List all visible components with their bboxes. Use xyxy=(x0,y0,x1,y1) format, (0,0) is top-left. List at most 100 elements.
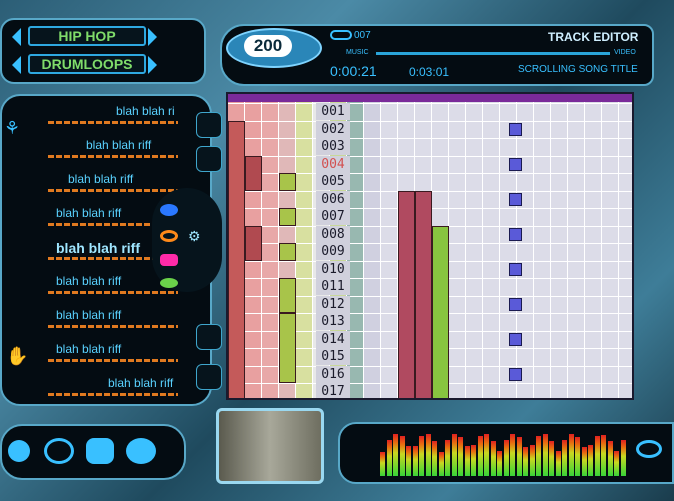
eq-bar xyxy=(581,447,587,476)
note-block[interactable] xyxy=(228,120,245,398)
genre-next-arrow-icon[interactable] xyxy=(148,28,157,46)
eq-bar xyxy=(399,436,405,476)
eq-bar xyxy=(516,437,522,476)
eq-bar xyxy=(386,440,392,476)
note-block[interactable] xyxy=(432,225,449,398)
grid-column xyxy=(568,102,585,398)
tempo-value: 200 xyxy=(244,35,292,57)
row-number: 005 xyxy=(316,173,350,190)
genre-secondary-button[interactable]: DRUMLOOPS xyxy=(28,54,146,74)
eq-bar xyxy=(510,434,515,476)
ring-icon[interactable] xyxy=(160,230,178,242)
wave-icon[interactable] xyxy=(636,440,662,458)
riff-item[interactable]: blah blah riff xyxy=(108,376,173,390)
riff-item[interactable]: blah blah riff xyxy=(56,274,121,288)
eq-bar xyxy=(458,437,463,476)
riff-marker xyxy=(48,155,178,158)
face-icon[interactable] xyxy=(126,438,156,464)
eq-bar xyxy=(412,446,418,476)
note-block[interactable] xyxy=(415,190,432,398)
riff-item[interactable]: blah blah riff xyxy=(56,308,121,322)
tornado-icon[interactable] xyxy=(196,112,222,138)
genre-primary-button[interactable]: HIP HOP xyxy=(28,26,146,46)
play-icon[interactable] xyxy=(8,440,30,462)
eq-bar xyxy=(406,446,411,476)
eq-bar xyxy=(445,440,450,476)
note-block[interactable] xyxy=(245,155,262,191)
row-number: 009 xyxy=(316,243,350,260)
equalizer xyxy=(380,430,630,476)
grid-column xyxy=(364,102,381,398)
eq-bar xyxy=(464,446,470,476)
eq-bar xyxy=(497,451,502,476)
drum-icon[interactable] xyxy=(196,146,222,172)
riff-item[interactable]: blah blah riff xyxy=(68,172,133,186)
pad-icon[interactable] xyxy=(196,324,222,350)
note-block[interactable] xyxy=(279,278,296,313)
grid-column xyxy=(500,102,517,398)
green-hand-icon[interactable] xyxy=(160,278,178,288)
note-block[interactable] xyxy=(279,313,296,383)
note-marker[interactable] xyxy=(508,262,522,276)
disc-icon[interactable] xyxy=(160,204,178,216)
track-number: 007 xyxy=(354,30,371,41)
eq-bar xyxy=(503,440,509,476)
eq-bar xyxy=(432,441,437,476)
eq-bar xyxy=(607,441,613,476)
note-block[interactable] xyxy=(279,173,296,191)
eq-bar xyxy=(484,434,489,476)
mouth-icon[interactable] xyxy=(86,438,114,464)
eq-bar xyxy=(555,451,561,476)
note-marker[interactable] xyxy=(508,227,522,241)
subgenre-prev-arrow-icon[interactable] xyxy=(12,56,21,74)
riff-item[interactable]: blah blah riff xyxy=(86,138,151,152)
media-progress-bar[interactable] xyxy=(376,52,610,55)
riff-item[interactable]: blah blah ri xyxy=(116,104,175,118)
subgenre-next-arrow-icon[interactable] xyxy=(148,56,157,74)
grid-column xyxy=(517,102,534,398)
row-number: 016 xyxy=(316,365,350,383)
eq-bar xyxy=(601,435,606,476)
riff-marker xyxy=(48,189,178,192)
loop-icon[interactable] xyxy=(196,364,222,390)
grid-column xyxy=(296,102,313,398)
row-number: 011 xyxy=(316,278,350,295)
eq-bar xyxy=(549,441,554,476)
riff-marker xyxy=(48,393,178,396)
grid-column xyxy=(381,102,398,398)
note-block[interactable] xyxy=(279,208,296,226)
eq-bar xyxy=(529,445,535,476)
grid-row-line xyxy=(228,120,632,122)
note-marker[interactable] xyxy=(508,122,522,136)
genre-prev-arrow-icon[interactable] xyxy=(12,28,21,46)
ufo-icon[interactable]: ⚘ xyxy=(4,118,30,144)
riff-item[interactable]: blah blah riff xyxy=(56,206,121,220)
row-number: 002 xyxy=(316,120,350,138)
riff-marker xyxy=(48,291,178,294)
video-label: VIDEO xyxy=(614,49,636,56)
riff-marker xyxy=(48,121,178,124)
grid-row-line xyxy=(228,138,632,139)
note-marker[interactable] xyxy=(508,367,522,381)
note-block[interactable] xyxy=(279,243,296,261)
track-grid[interactable]: 001 002 003 004 005 006 007 008 009 010 011 012 013 0… xyxy=(226,92,634,400)
grid-row-line xyxy=(228,155,632,157)
note-marker[interactable] xyxy=(508,192,522,206)
note-marker[interactable] xyxy=(508,157,522,171)
riff-item[interactable]: blah blah riff xyxy=(56,240,140,256)
note-block[interactable] xyxy=(398,190,415,398)
eq-bar xyxy=(594,436,600,476)
note-marker[interactable] xyxy=(508,332,522,346)
eq-bar xyxy=(568,434,574,476)
riff-item[interactable]: blah blah riff xyxy=(56,342,121,356)
row-number: 014 xyxy=(316,330,350,348)
hand-icon[interactable]: ✋ xyxy=(6,346,32,372)
pink-drum-icon[interactable] xyxy=(160,254,178,266)
note-block[interactable] xyxy=(245,225,262,261)
gear-icon[interactable]: ⚙ xyxy=(188,228,210,244)
eye-icon[interactable] xyxy=(44,438,74,464)
eq-bar xyxy=(620,440,626,476)
note-marker[interactable] xyxy=(508,297,522,311)
row-number: 008 xyxy=(316,225,350,243)
eq-bar xyxy=(438,452,444,476)
